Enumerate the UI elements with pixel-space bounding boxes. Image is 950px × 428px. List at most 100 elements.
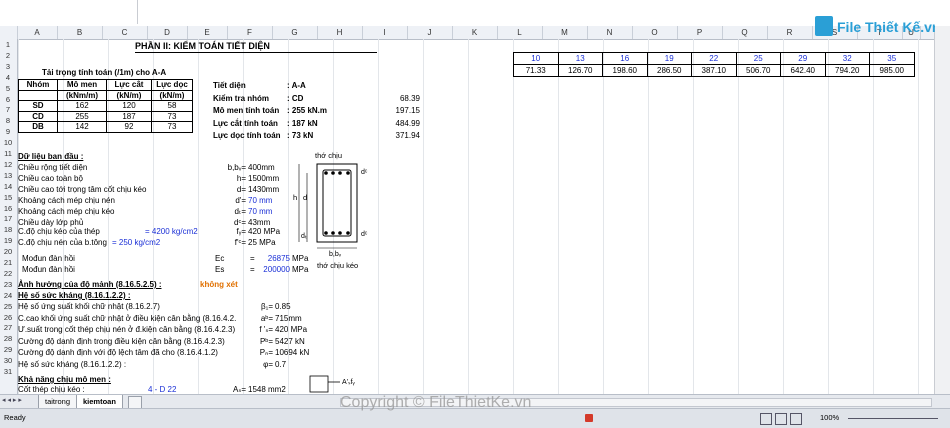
tab-taitrong[interactable]: taitrong [38, 395, 78, 409]
load-table-cell[interactable]: DB [18, 121, 58, 133]
column-header-E[interactable]: E [187, 26, 228, 39]
row-header[interactable]: 9 [0, 127, 16, 138]
row-header[interactable]: 16 [0, 204, 16, 215]
resist-val[interactable]: 420 MPa [275, 325, 307, 335]
column-header-G[interactable]: G [272, 26, 318, 39]
section-info-result[interactable]: 371.94 [380, 131, 420, 141]
top-table-cell[interactable]: 35 [869, 52, 915, 65]
load-table-cell[interactable]: 73 [151, 110, 193, 123]
section-info-value[interactable]: : A-A [287, 81, 306, 91]
top-table-cell[interactable]: 794.20 [824, 64, 870, 77]
row-header[interactable]: 1 [0, 40, 16, 51]
section-info-value[interactable]: : 187 kN [287, 119, 318, 129]
top-table-cell[interactable]: 506.70 [735, 64, 781, 77]
input-value[interactable]: 400mm [248, 163, 275, 173]
top-table-cell[interactable]: 126.70 [557, 64, 603, 77]
column-header-D[interactable]: D [147, 26, 188, 39]
column-header-M[interactable]: M [542, 26, 588, 39]
tab-nav-arrows[interactable]: ◂ ◂ ▸ ▸ [2, 396, 22, 406]
column-header-A[interactable]: A [17, 26, 58, 39]
row-header[interactable]: 26 [0, 313, 16, 324]
resist-val[interactable]: 0.7 [275, 360, 286, 370]
row-header[interactable]: 11 [0, 149, 16, 160]
column-header-I[interactable]: I [362, 26, 408, 39]
column-header-L[interactable]: L [497, 26, 543, 39]
row-header[interactable]: 8 [0, 116, 16, 127]
column-header-H[interactable]: H [317, 26, 363, 39]
row-header[interactable]: 2 [0, 51, 16, 62]
top-table-cell[interactable]: 985.00 [869, 64, 915, 77]
column-header-F[interactable]: F [227, 26, 273, 39]
row-header[interactable]: 14 [0, 182, 16, 193]
column-header-P[interactable]: P [677, 26, 723, 39]
vertical-scrollbar[interactable] [934, 26, 950, 394]
load-table-cell[interactable]: 187 [106, 110, 152, 123]
column-header-N[interactable]: N [587, 26, 633, 39]
row-header[interactable]: 13 [0, 171, 16, 182]
normal-view-icon[interactable] [760, 413, 772, 425]
row-header[interactable]: 19 [0, 236, 16, 247]
load-table-cell[interactable]: 92 [106, 121, 152, 133]
top-table-cell[interactable]: 286.50 [646, 64, 692, 77]
input-value[interactable]: 1500mm [248, 174, 279, 184]
top-table-cell[interactable]: 22 [691, 52, 737, 65]
row-header[interactable]: 12 [0, 160, 16, 171]
zoom-slider[interactable] [848, 418, 938, 419]
load-table-cell[interactable]: SD [18, 100, 58, 112]
section-info-value[interactable]: : 73 kN [287, 131, 313, 141]
modulus-val[interactable]: 26875 [262, 254, 290, 264]
modulus-val[interactable]: 200000 [262, 265, 290, 275]
page-break-icon[interactable] [790, 413, 802, 425]
top-table-cell[interactable]: 25 [735, 52, 781, 65]
resist-val[interactable]: 10694 kN [275, 348, 309, 358]
resist-val[interactable]: 5427 kN [275, 337, 305, 347]
top-table-cell[interactable]: 19 [646, 52, 692, 65]
row-header[interactable]: 21 [0, 258, 16, 269]
row-header[interactable]: 5 [0, 84, 16, 95]
row-header[interactable]: 10 [0, 138, 16, 149]
record-macro-icon[interactable] [585, 414, 593, 422]
row-header[interactable]: 20 [0, 247, 16, 258]
top-table-cell[interactable]: 32 [824, 52, 870, 65]
row-header[interactable]: 22 [0, 269, 16, 280]
load-table-cell[interactable]: 142 [57, 121, 107, 133]
input-value[interactable]: 1430mm [248, 185, 279, 195]
load-table-cell[interactable]: 162 [57, 100, 107, 112]
column-header-K[interactable]: K [452, 26, 498, 39]
top-table-cell[interactable]: 387.10 [691, 64, 737, 77]
column-header-O[interactable]: O [632, 26, 678, 39]
row-header[interactable]: 4 [0, 73, 16, 84]
tab-kiemtoan[interactable]: kiemtoan [76, 395, 123, 409]
column-header-B[interactable]: B [57, 26, 103, 39]
resist-val[interactable]: 0.85 [275, 302, 291, 312]
row-header[interactable]: 3 [0, 62, 16, 73]
row-header[interactable]: 6 [0, 95, 16, 106]
row-header[interactable]: 7 [0, 105, 16, 116]
top-table-cell[interactable]: 10 [513, 52, 559, 65]
section-info-value[interactable]: : 255 kN.m [287, 106, 327, 116]
load-table-cell[interactable]: 255 [57, 110, 107, 123]
row-header[interactable]: 25 [0, 302, 16, 313]
row-header[interactable]: 28 [0, 334, 16, 345]
input-value[interactable]: 70 mm [248, 196, 272, 206]
section-info-result[interactable]: 484.99 [380, 119, 420, 129]
row-header[interactable]: 17 [0, 214, 16, 225]
top-table-cell[interactable]: 642.40 [780, 64, 826, 77]
column-header-R[interactable]: R [767, 26, 813, 39]
column-header-J[interactable]: J [407, 26, 453, 39]
top-table-cell[interactable]: 13 [557, 52, 603, 65]
section-info-result[interactable]: 68.39 [380, 94, 420, 104]
row-header[interactable]: 18 [0, 225, 16, 236]
load-table-cell[interactable]: 120 [106, 100, 152, 112]
load-table-cell[interactable]: CD [18, 110, 58, 123]
page-layout-icon[interactable] [775, 413, 787, 425]
row-header[interactable]: 30 [0, 356, 16, 367]
top-table-cell[interactable]: 29 [780, 52, 826, 65]
load-table-cell[interactable]: 58 [151, 100, 193, 112]
column-header-Q[interactable]: Q [722, 26, 768, 39]
top-table-cell[interactable]: 198.60 [602, 64, 648, 77]
column-header-C[interactable]: C [102, 26, 148, 39]
input-value[interactable]: 70 mm [248, 207, 272, 217]
input-value[interactable]: 43mm [248, 218, 270, 228]
row-header[interactable]: 27 [0, 323, 16, 334]
